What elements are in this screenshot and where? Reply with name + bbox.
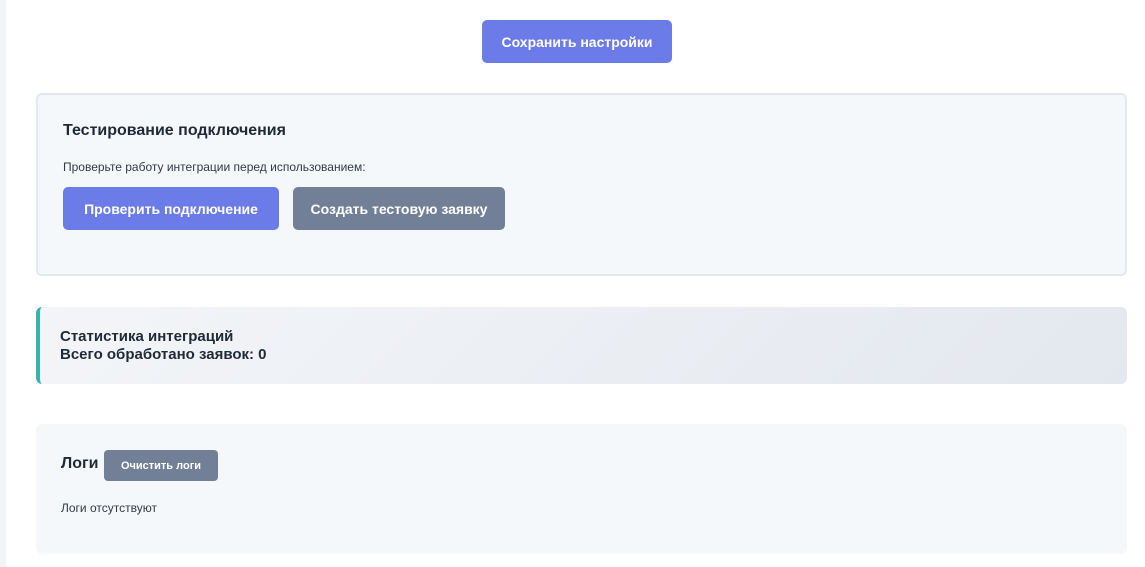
clear-logs-button[interactable]: Очистить логи — [104, 450, 218, 481]
stats-total-requests: Всего обработано заявок: 0 — [60, 346, 267, 363]
logs-empty-message: Логи отсутствуют — [61, 501, 157, 515]
check-connection-button[interactable]: Проверить подключение — [63, 187, 279, 230]
connection-test-description: Проверьте работу интеграции перед исполь… — [63, 160, 366, 174]
integration-stats-card: Статистика интеграций Всего обработано з… — [36, 307, 1127, 384]
logs-card: Логи Очистить логи Логи отсутствуют — [36, 424, 1127, 554]
stats-title: Статистика интеграций — [60, 328, 234, 345]
connection-test-title: Тестирование подключения — [63, 122, 286, 139]
logs-title: Логи — [61, 455, 99, 472]
connection-test-card: Тестирование подключения Проверьте работ… — [36, 93, 1127, 276]
save-settings-button[interactable]: Сохранить настройки — [482, 20, 672, 63]
create-test-request-button[interactable]: Создать тестовую заявку — [293, 187, 505, 230]
left-edge-divider — [0, 0, 6, 567]
